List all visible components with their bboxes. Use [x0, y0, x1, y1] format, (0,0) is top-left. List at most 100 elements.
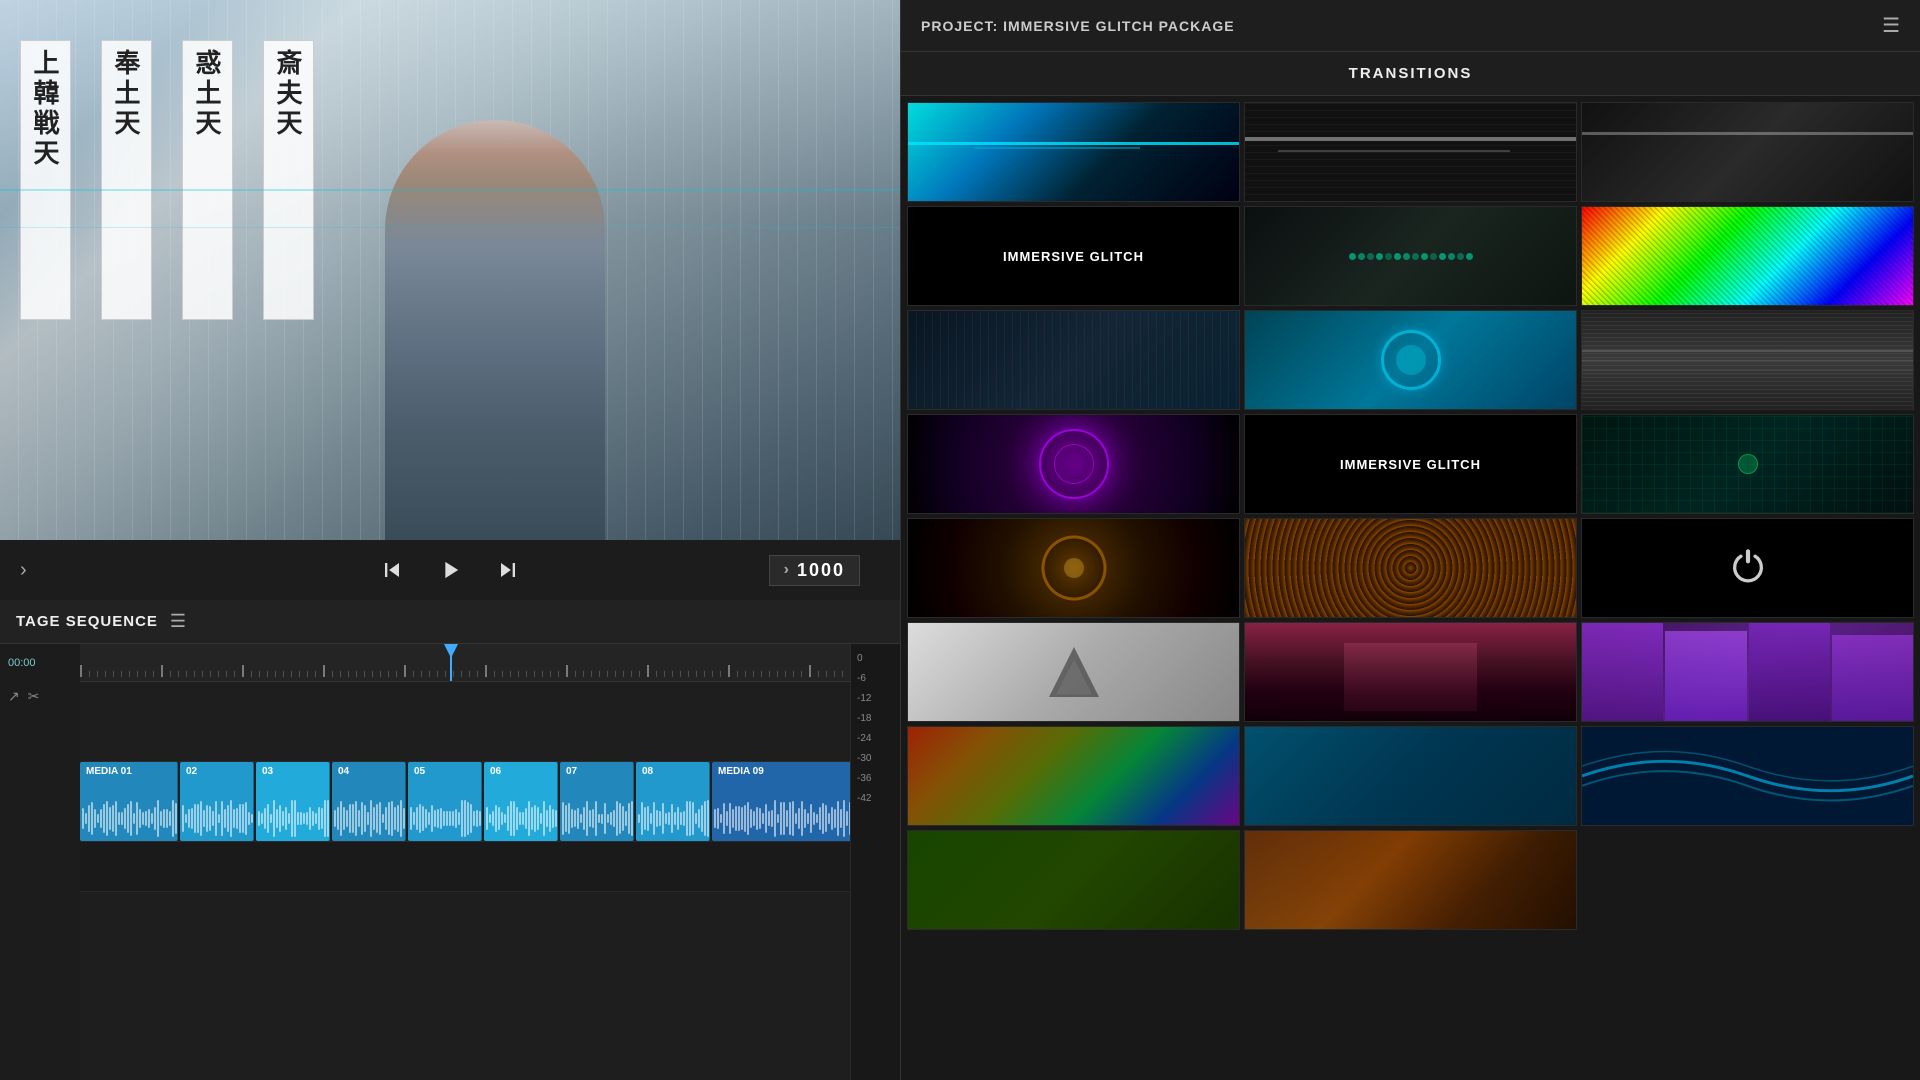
ruler-tick — [364, 671, 365, 677]
ruler-tick — [445, 671, 446, 677]
panel-grid — [1582, 623, 1913, 721]
ruler-tick — [712, 671, 713, 677]
left-panel: 上韓戦天 奉土天 惑土天 斎夫天 › — [0, 0, 900, 1080]
circle-inner — [1396, 345, 1426, 375]
ruler-tick — [502, 671, 503, 677]
ruler-tick — [170, 671, 171, 677]
glitch-line-2 — [974, 147, 1140, 149]
ruler-tick — [396, 671, 397, 677]
transition-item-15[interactable] — [1581, 518, 1914, 618]
transition-item-10[interactable] — [907, 414, 1240, 514]
video-preview: 上韓戦天 奉土天 惑土天 斎夫天 — [0, 0, 900, 540]
transition-item-3[interactable] — [1581, 102, 1914, 202]
ruler-tick — [534, 671, 535, 677]
timeline-menu-icon[interactable]: ☰ — [170, 611, 186, 632]
ruler-tick — [526, 671, 527, 677]
step-back-button[interactable] — [378, 556, 406, 584]
waveform-bars — [256, 796, 329, 841]
waveform-bars — [408, 796, 481, 841]
banner-4: 斎夫天 — [263, 40, 314, 320]
clip-label: 08 — [642, 766, 653, 777]
transition-item-4[interactable]: IMMERSIVE GLITCH — [907, 206, 1240, 306]
ruler-tick — [801, 671, 802, 677]
selection-tool-icon[interactable]: ↗ — [8, 688, 20, 705]
project-menu-icon[interactable]: ☰ — [1882, 13, 1900, 38]
razor-tool-icon[interactable]: ✂ — [28, 688, 40, 705]
media-clip-8[interactable]: MEDIA 09 — [712, 762, 850, 841]
ruler-tick — [518, 671, 519, 677]
transition-item-22[interactable] — [907, 830, 1240, 930]
volume-label: 0 — [857, 652, 863, 666]
ruler-tick — [113, 671, 114, 677]
kb-key — [1376, 253, 1383, 260]
transition-item-13[interactable] — [907, 518, 1240, 618]
transition-item-20[interactable] — [1244, 726, 1577, 826]
volume-label: -24 — [857, 732, 871, 746]
ruler-tick — [631, 671, 632, 677]
playhead[interactable] — [450, 644, 452, 681]
ruler-tick — [680, 671, 681, 677]
transition-item-6[interactable] — [1581, 206, 1914, 306]
media-clip-7[interactable]: 08 — [636, 762, 710, 841]
media-clip-2[interactable]: 03 — [256, 762, 330, 841]
transition-item-1[interactable] — [907, 102, 1240, 202]
ruler-tick — [153, 671, 154, 677]
ruler-tick — [291, 671, 292, 677]
ruler-tick — [599, 671, 600, 677]
media-clip-4[interactable]: 05 — [408, 762, 482, 841]
transition-item-2[interactable] — [1244, 102, 1577, 202]
volume-label: -42 — [857, 792, 871, 806]
ruler-tick — [720, 671, 721, 677]
transition-item-16[interactable] — [907, 622, 1240, 722]
transition-item-14[interactable] — [1244, 518, 1577, 618]
transition-item-9[interactable] — [1581, 310, 1914, 410]
ruler-tick — [315, 671, 316, 677]
transition-item-12[interactable] — [1581, 414, 1914, 514]
transition-item-23[interactable] — [1244, 830, 1577, 930]
ruler-tick — [607, 671, 608, 677]
ruler-tick — [510, 671, 511, 677]
ruler-tick — [485, 665, 487, 677]
ruler-tick — [267, 671, 268, 677]
transition-item-17[interactable] — [1244, 622, 1577, 722]
ruler-tick — [421, 671, 422, 677]
ruler-tick — [477, 671, 478, 677]
ruler-tick — [259, 671, 260, 677]
play-button[interactable] — [436, 556, 464, 584]
media-clip-0[interactable]: MEDIA 01 — [80, 762, 178, 841]
waveform-bars — [712, 796, 850, 841]
media-clip-6[interactable]: 07 — [560, 762, 634, 841]
ruler-tick — [218, 671, 219, 677]
cyan-wavy-bg — [1582, 727, 1913, 825]
banner-1: 上韓戦天 — [20, 40, 71, 320]
ruler-tick — [834, 671, 835, 677]
clip-label: MEDIA 09 — [718, 766, 764, 777]
play-icon — [436, 556, 464, 584]
clip-label: 03 — [262, 766, 273, 777]
media-clips-row: MEDIA 0102 03 04050607 08 MEDIA 09 — [80, 762, 850, 841]
transition-item-7[interactable] — [907, 310, 1240, 410]
transition-item-8[interactable] — [1244, 310, 1577, 410]
ruler-tick — [89, 671, 90, 677]
media-clip-1[interactable]: 02 — [180, 762, 254, 841]
transition-item-18[interactable] — [1581, 622, 1914, 722]
transition-item-21[interactable] — [1581, 726, 1914, 826]
transition-item-5[interactable] — [1244, 206, 1577, 306]
triangle-inner — [1056, 659, 1092, 694]
media-clip-5[interactable]: 06 — [484, 762, 558, 841]
ruler-tick — [826, 671, 827, 677]
ruler-tick — [121, 671, 122, 677]
timecode-display: › 1000 — [769, 555, 860, 586]
ruler-tick — [97, 671, 98, 677]
media-clip-3[interactable]: 04 — [332, 762, 406, 841]
ruler-tick — [186, 671, 187, 677]
expand-button[interactable]: › — [20, 559, 27, 582]
grey-line — [1582, 350, 1913, 352]
transition-item-19[interactable] — [907, 726, 1240, 826]
ruler-tick — [340, 671, 341, 677]
waveform-bars — [636, 796, 709, 841]
ruler-tick — [647, 665, 649, 677]
transition-item-11[interactable]: IMMERSIVE GLITCH — [1244, 414, 1577, 514]
volume-label: -12 — [857, 692, 871, 706]
step-forward-button[interactable] — [494, 556, 522, 584]
